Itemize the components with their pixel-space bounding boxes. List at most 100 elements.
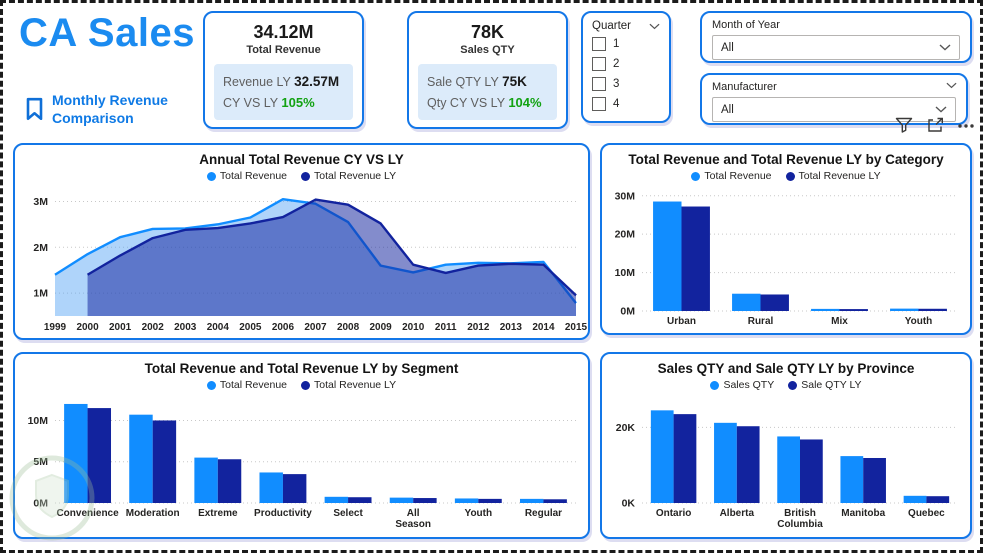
chevron-down-icon[interactable]	[935, 106, 947, 113]
svg-text:2010: 2010	[402, 322, 425, 333]
bar-chart-plot[interactable]: 0M 10M 20M 30M Urban Rural Mix Youth	[602, 182, 970, 333]
legend-item: Total Revenue	[691, 170, 772, 182]
kpi-card-sales-qty: 78K Sales QTY Sale QTY LY 75K Qty CY VS …	[407, 11, 568, 129]
legend-item: Total Revenue	[206, 379, 287, 391]
svg-text:2012: 2012	[467, 322, 490, 333]
chart-title: Total Revenue and Total Revenue LY by Ca…	[628, 152, 944, 167]
kpi-comparison-box: Sale QTY LY 75K Qty CY VS LY 104%	[418, 64, 557, 121]
legend-dot-icon	[206, 171, 216, 181]
chevron-down-icon[interactable]	[939, 44, 951, 51]
quarter-option-4[interactable]: 4	[592, 97, 660, 111]
svg-text:2M: 2M	[33, 242, 48, 254]
svg-text:2004: 2004	[207, 322, 230, 333]
svg-text:2013: 2013	[500, 322, 523, 333]
chart-title: Annual Total Revenue CY VS LY	[199, 152, 404, 167]
svg-text:Rural: Rural	[748, 316, 774, 327]
svg-text:2005: 2005	[239, 322, 262, 333]
category-bar-chart: Total Revenue and Total Revenue LY by Ca…	[600, 143, 972, 335]
svg-text:1999: 1999	[44, 322, 67, 333]
svg-text:Extreme: Extreme	[198, 508, 238, 519]
legend-dot-icon	[301, 171, 311, 181]
kpi-ly-label: Sale QTY LY	[427, 75, 499, 89]
kpi-ratio-label: Qty CY VS LY	[427, 95, 505, 110]
bookmark-nav-button[interactable]: Monthly Revenue Comparison	[25, 91, 168, 127]
svg-text:2006: 2006	[272, 322, 295, 333]
quarter-slicer: Quarter 1 2 3 4	[581, 11, 671, 123]
quarter-option-1[interactable]: 1	[592, 37, 660, 51]
month-dropdown[interactable]: All	[712, 35, 960, 60]
chart-legend: Sales QTY Sale QTY LY	[602, 379, 970, 391]
kpi-comparison-box: Revenue LY 32.57M CY VS LY 105%	[214, 64, 353, 121]
manufacturer-dropdown-value: All	[721, 103, 734, 116]
svg-text:Quebec: Quebec	[908, 508, 945, 519]
svg-text:10M: 10M	[615, 267, 636, 279]
svg-text:Alberta: Alberta	[720, 508, 755, 519]
svg-text:Urban: Urban	[667, 316, 696, 327]
manufacturer-slicer-title: Manufacturer	[712, 81, 777, 93]
svg-text:2009: 2009	[370, 322, 393, 333]
svg-text:3M: 3M	[33, 196, 48, 208]
report-title: CA Sales	[19, 11, 195, 55]
svg-text:20K: 20K	[616, 422, 636, 434]
legend-dot-icon	[206, 380, 216, 390]
kpi-ratio-value: 105%	[281, 94, 315, 110]
chart-title: Sales QTY and Sale QTY LY by Province	[657, 361, 915, 376]
svg-text:20M: 20M	[615, 229, 636, 241]
province-bar-chart: Sales QTY and Sale QTY LY by Province Sa…	[600, 352, 972, 539]
area-chart-plot[interactable]: 1M 2M 3M 1999 2000 2001 2002 2003 2004 2005 2006 20…	[15, 182, 588, 338]
kpi-card-total-revenue: 34.12M Total Revenue Revenue LY 32.57M C…	[203, 11, 364, 129]
svg-text:2008: 2008	[337, 322, 360, 333]
legend-dot-icon	[691, 171, 701, 181]
quarter-option-2[interactable]: 2	[592, 57, 660, 71]
report-canvas: CA Sales Monthly Revenue Comparison 34.1…	[0, 0, 983, 553]
chart-title: Total Revenue and Total Revenue LY by Se…	[144, 361, 459, 376]
kpi-ly-value: 32.57M	[294, 74, 340, 89]
focus-mode-icon[interactable]	[926, 117, 944, 134]
chevron-down-icon[interactable]	[946, 82, 957, 89]
svg-text:Moderation: Moderation	[126, 508, 180, 519]
bookmark-icon	[25, 97, 44, 121]
bar-chart-plot[interactable]: 0K 20K Ontario Alberta British Columbia Manito…	[602, 391, 970, 537]
chevron-down-icon[interactable]	[649, 23, 660, 30]
checkbox-icon[interactable]	[592, 57, 606, 71]
kpi-value: 78K	[470, 22, 505, 42]
svg-text:Mix: Mix	[831, 316, 848, 327]
bar-chart-plot[interactable]: 0M 5M 10M Convenience Moderation Extreme Produ…	[15, 391, 588, 537]
svg-text:Youth: Youth	[905, 316, 933, 327]
chart-legend: Total Revenue Total Revenue LY	[15, 170, 588, 182]
svg-text:2014: 2014	[532, 322, 555, 333]
legend-item: Sales QTY	[710, 379, 774, 391]
svg-text:2001: 2001	[109, 322, 132, 333]
svg-text:10M: 10M	[28, 415, 49, 427]
svg-text:AllSeason: All Season	[395, 508, 431, 530]
visual-header-toolbar	[895, 117, 975, 134]
svg-text:0M: 0M	[620, 306, 635, 318]
legend-item: Sale QTY LY	[788, 379, 862, 391]
month-dropdown-value: All	[721, 41, 734, 54]
svg-text:5M: 5M	[33, 456, 48, 468]
checkbox-icon[interactable]	[592, 97, 606, 111]
checkbox-icon[interactable]	[592, 77, 606, 91]
filter-icon[interactable]	[895, 117, 913, 134]
svg-text:2000: 2000	[76, 322, 99, 333]
more-options-icon[interactable]	[957, 123, 975, 129]
legend-dot-icon	[710, 380, 720, 390]
legend-item: Total Revenue LY	[785, 170, 881, 182]
svg-text:2015: 2015	[565, 322, 588, 333]
checkbox-icon[interactable]	[592, 37, 606, 51]
svg-text:Youth: Youth	[465, 508, 493, 519]
quarter-option-3[interactable]: 3	[592, 77, 660, 91]
svg-text:2007: 2007	[304, 322, 327, 333]
kpi-value: 34.12M	[253, 22, 314, 42]
quarter-slicer-title: Quarter	[592, 20, 631, 32]
annual-revenue-area-chart: Annual Total Revenue CY VS LY Total Reve…	[13, 143, 590, 340]
legend-dot-icon	[785, 171, 795, 181]
svg-text:2002: 2002	[142, 322, 165, 333]
svg-text:0K: 0K	[622, 498, 636, 510]
svg-text:0M: 0M	[33, 498, 48, 510]
svg-text:Manitoba: Manitoba	[841, 508, 885, 519]
kpi-ly-value: 75K	[502, 74, 527, 89]
chart-legend: Total Revenue Total Revenue LY	[602, 170, 970, 182]
svg-text:2011: 2011	[435, 322, 457, 333]
kpi-ly-label: Revenue LY	[223, 75, 291, 89]
